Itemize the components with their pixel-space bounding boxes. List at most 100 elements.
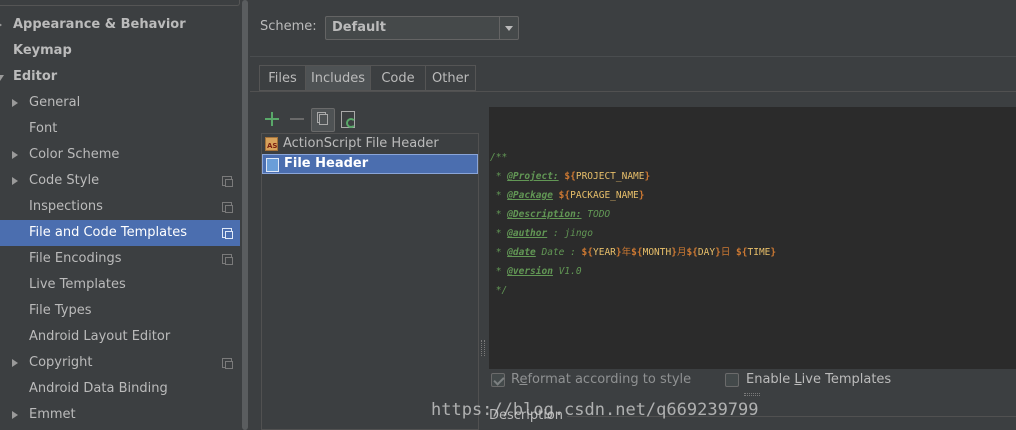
code-token: YEAR: [593, 247, 616, 258]
live-templates-checkbox[interactable]: [725, 373, 739, 387]
tree-item-label: Editor: [13, 69, 58, 84]
code-token: : jingo: [547, 228, 593, 239]
code-token: @author: [507, 228, 548, 239]
code-line: * @Description: TODO: [490, 205, 776, 224]
tree-item-keymap[interactable]: Keymap: [0, 38, 240, 64]
code-line: * @Package ${PACKAGE_NAME}: [490, 186, 776, 205]
project-copy-icon: [222, 202, 233, 213]
code-token: *: [490, 171, 508, 182]
template-list: ActionScript File Header File Header: [261, 133, 479, 430]
panel-content: ActionScript File Header File Header /**…: [250, 0, 1016, 430]
tree-item-label: File and Code Templates: [29, 225, 187, 240]
code-token: }: [770, 247, 777, 258]
tree-item-label: Code Style: [29, 173, 100, 188]
chevron-right-icon[interactable]: [0, 21, 2, 29]
chevron-down-icon[interactable]: [0, 75, 4, 81]
tree-item-label: Emmet: [29, 407, 76, 422]
plus-icon[interactable]: [265, 112, 279, 126]
code-token: *: [490, 247, 508, 258]
minus-icon[interactable]: [290, 112, 304, 126]
code-token: *: [490, 209, 508, 220]
code-token: ${: [686, 247, 698, 258]
code-token: /**: [490, 152, 508, 163]
tree-item-label: Android Layout Editor: [29, 329, 171, 344]
list-item-actionscript-file-header[interactable]: ActionScript File Header: [262, 134, 478, 154]
tree-item-label: Live Templates: [29, 277, 126, 292]
search-field-edge[interactable]: [0, 0, 240, 6]
code-token: @version: [507, 266, 553, 277]
tree-item-file-and-code-templates[interactable]: File and Code Templates: [0, 220, 240, 246]
tree-item-label: General: [29, 95, 81, 110]
project-copy-icon: [222, 254, 233, 265]
tree-item-label: Appearance & Behavior: [13, 17, 186, 32]
code-token: 日: [720, 247, 737, 258]
reformat-label: Reformat according to style: [511, 372, 692, 387]
code-line: * @date Date : ${YEAR}年${MONTH}月${DAY}日 …: [490, 243, 776, 262]
tree-item-code-style[interactable]: Code Style: [0, 168, 240, 194]
tree-item-copyright[interactable]: Copyright: [0, 350, 240, 376]
code-line: * @Project: ${PROJECT_NAME}: [490, 167, 776, 186]
code-token: DAY: [697, 247, 716, 258]
code-token: @Package: [507, 190, 553, 201]
tree-item-live-templates[interactable]: Live Templates: [0, 272, 240, 298]
horizontal-splitter-handle[interactable]: [744, 393, 760, 396]
reformat-checkbox[interactable]: [491, 373, 505, 387]
tree-item-font[interactable]: Font: [0, 116, 240, 142]
code-line: */: [490, 281, 776, 300]
project-copy-icon: [222, 176, 233, 187]
chevron-right-icon[interactable]: [12, 99, 18, 107]
vertical-splitter-handle[interactable]: [481, 340, 485, 356]
code-token: ${: [581, 247, 593, 258]
chevron-right-icon[interactable]: [12, 177, 18, 185]
watermark-text: https://blog.csdn.net/q669239799: [431, 400, 759, 420]
settings-tree: Appearance & Behavior Keymap Editor General…: [0, 0, 240, 430]
tree-item-editor[interactable]: Editor: [0, 64, 240, 90]
code-token: }: [644, 171, 651, 182]
tree-item-file-encodings[interactable]: File Encodings: [0, 246, 240, 272]
code-token: ${: [631, 247, 643, 258]
code-token: *: [490, 228, 508, 239]
code-token: ${: [736, 247, 748, 258]
tree-item-color-scheme[interactable]: Color Scheme: [0, 142, 240, 168]
code-token: }: [638, 190, 645, 201]
project-copy-icon: [222, 228, 233, 239]
code-token: */: [490, 285, 508, 296]
tree-item-android-layout-editor[interactable]: Android Layout Editor: [0, 324, 240, 350]
copy-icon[interactable]: [311, 108, 335, 132]
tree-item-label: Color Scheme: [29, 147, 120, 162]
template-code[interactable]: /** * @Project: ${PROJECT_NAME} * @Packa…: [490, 148, 776, 300]
code-token: MONTH: [642, 247, 672, 258]
code-token: PACKAGE_NAME: [570, 190, 639, 201]
code-token: @Description:: [507, 209, 582, 220]
code-token: *: [490, 190, 508, 201]
tree-item-label: Keymap: [13, 43, 72, 58]
code-token: ${: [558, 190, 571, 201]
tree-scrollbar-thumb[interactable]: [242, 0, 248, 430]
tree-item-label: Android Data Binding: [29, 381, 168, 396]
tree-item-android-data-binding[interactable]: Android Data Binding: [0, 376, 240, 402]
code-token: @Project:: [507, 171, 559, 182]
tree-item-label: Copyright: [29, 355, 93, 370]
code-token: Date :: [535, 247, 582, 258]
project-copy-icon: [222, 358, 233, 369]
tree-item-general[interactable]: General: [0, 90, 240, 116]
tree-item-emmet[interactable]: Emmet: [0, 402, 240, 428]
chevron-right-icon[interactable]: [12, 151, 18, 159]
tree-item-label: File Encodings: [29, 251, 122, 266]
reset-icon[interactable]: [341, 111, 356, 128]
code-token: @date: [507, 247, 536, 258]
template-options: Reformat according to style Enable Live …: [489, 372, 1016, 393]
template-editor[interactable]: /** * @Project: ${PROJECT_NAME} * @Packa…: [489, 107, 1016, 369]
list-item-label: File Header: [284, 156, 369, 171]
chevron-right-icon[interactable]: [12, 411, 18, 419]
tree-item-appearance-behavior[interactable]: Appearance & Behavior: [0, 12, 240, 38]
list-item-label: ActionScript File Header: [283, 136, 439, 151]
list-item-file-header[interactable]: File Header: [262, 154, 478, 174]
code-token: V1.0: [552, 266, 582, 277]
tree-item-file-types[interactable]: File Types: [0, 298, 240, 324]
chevron-right-icon[interactable]: [12, 359, 18, 367]
tree-item-inspections[interactable]: Inspections: [0, 194, 240, 220]
live-templates-label: Enable Live Templates: [746, 372, 892, 387]
file-icon: [266, 158, 279, 172]
code-token: 年: [621, 247, 632, 258]
